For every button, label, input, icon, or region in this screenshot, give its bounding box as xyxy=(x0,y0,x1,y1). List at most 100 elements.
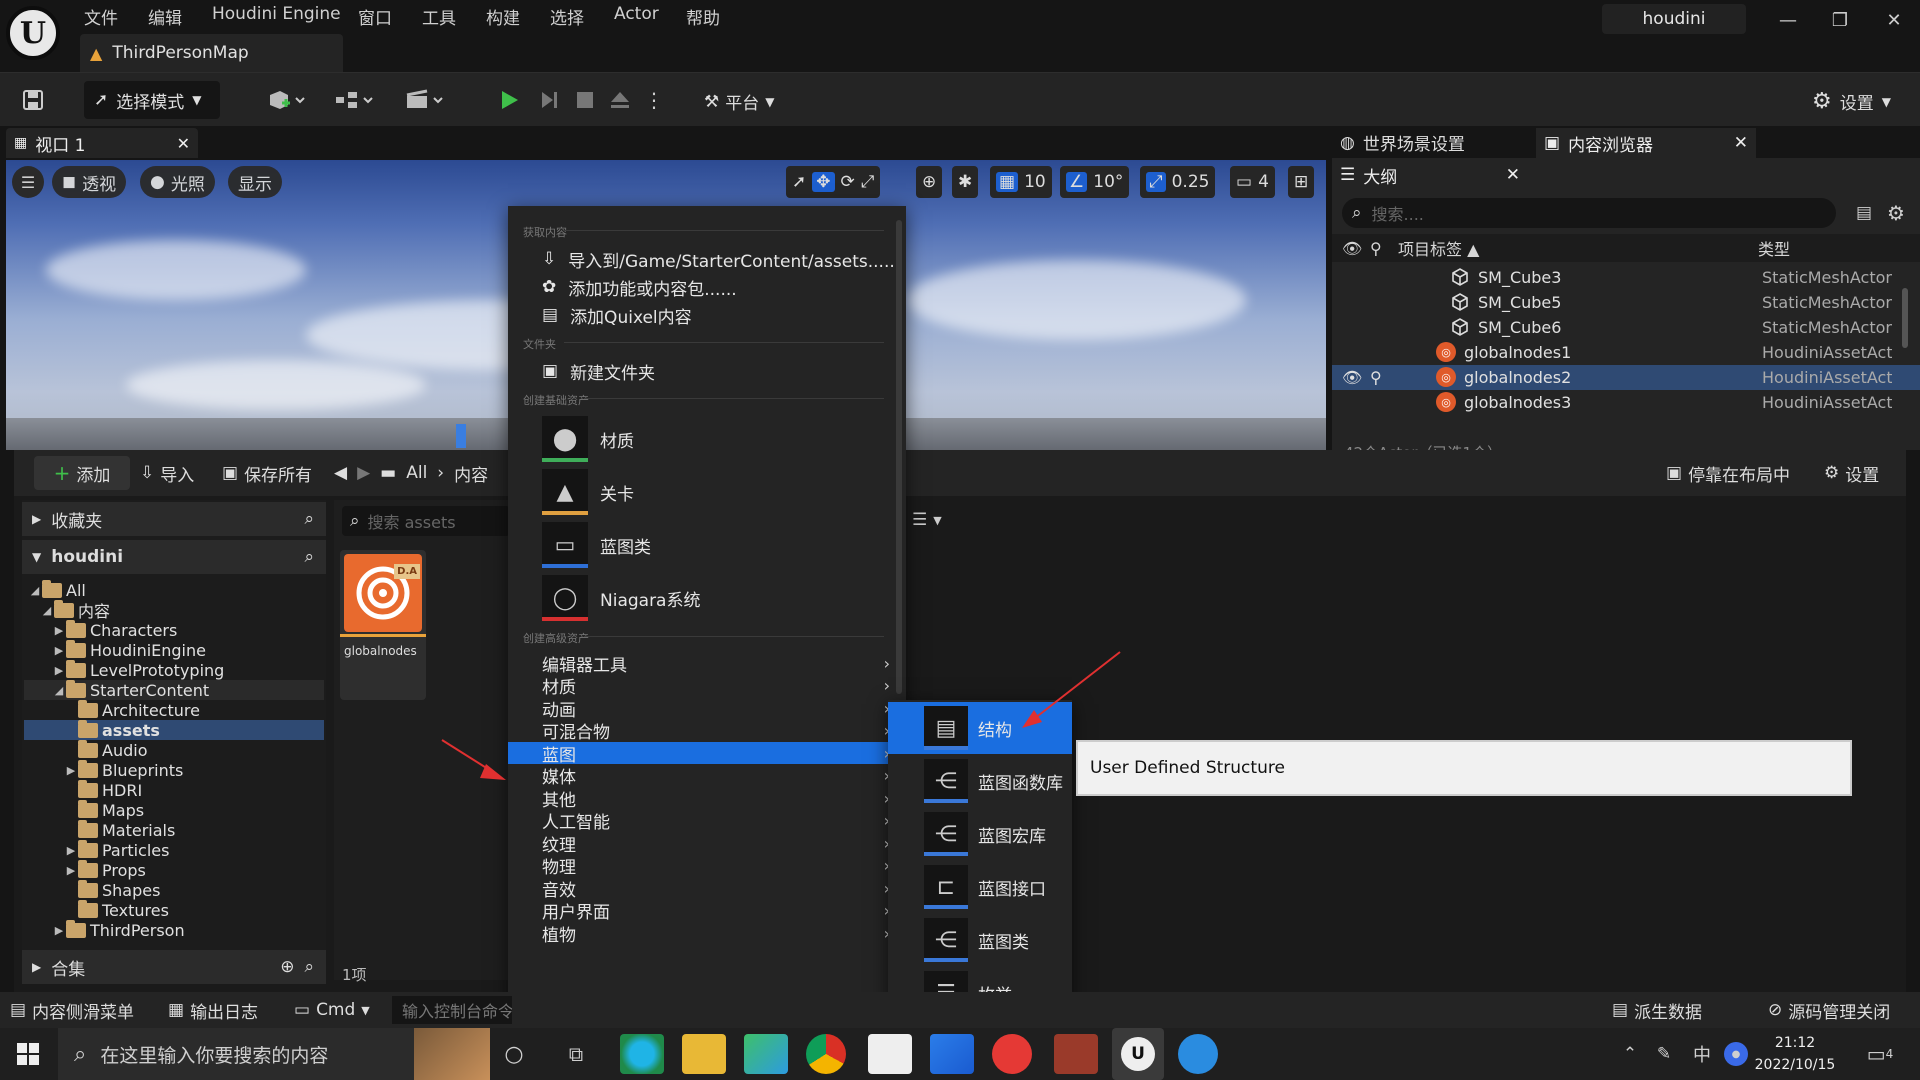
grid-snap[interactable]: ▦ 10 xyxy=(990,166,1052,198)
import-to-item[interactable]: ⇩ 导入到/Game/StarterContent/assets...... xyxy=(508,246,900,272)
menu-tools[interactable]: 工具 xyxy=(422,4,456,29)
advanced-asset-item[interactable]: 编辑器工具 › xyxy=(508,652,906,676)
minimize-button[interactable]: — xyxy=(1770,6,1806,34)
mode-dropdown[interactable]: ➚ 选择模式 ▼ xyxy=(84,81,220,119)
cmd-dropdown[interactable]: ▭ Cmd ▼ xyxy=(294,992,370,1028)
search-icon[interactable]: ⌕ xyxy=(304,547,314,567)
settings-dropdown[interactable]: ⚙ 设置 ▼ xyxy=(1812,89,1891,114)
new-folder-item[interactable]: ▣ 新建文件夹 xyxy=(508,358,888,384)
taskbar-search[interactable]: ⌕ 在这里输入你要搜索的内容 xyxy=(58,1028,414,1080)
netease-music-icon[interactable] xyxy=(992,1034,1032,1074)
tree-folder-blueprints[interactable]: ▶ Blueprints xyxy=(24,759,324,780)
back-icon[interactable]: ◀ xyxy=(334,463,347,483)
task-view-icon[interactable]: ⧉ xyxy=(562,1040,590,1068)
select-tool-icon[interactable]: ➚ xyxy=(792,172,806,192)
menu-help[interactable]: 帮助 xyxy=(686,4,720,29)
tree-folder-内容[interactable]: ◢ 内容 xyxy=(24,599,324,621)
level-tab[interactable]: ▲ ThirdPersonMap xyxy=(80,34,343,72)
tree-folder-shapes[interactable]: Shapes xyxy=(24,879,324,900)
layout-icon[interactable]: ⊞ xyxy=(1288,166,1315,198)
console-input[interactable]: 输入控制台命令 xyxy=(392,996,512,1024)
eject-icon[interactable] xyxy=(604,85,636,115)
outliner-col-type[interactable]: 类型 xyxy=(1758,236,1790,260)
advanced-asset-item[interactable]: 其他 › xyxy=(508,787,906,811)
filter-dropdown[interactable]: ☰ ▼ xyxy=(912,510,942,530)
advanced-asset-item[interactable]: 可混合物 › xyxy=(508,720,906,743)
close-icon[interactable]: ✕ xyxy=(1506,165,1520,185)
menu-build[interactable]: 构建 xyxy=(486,4,520,29)
cinematics-icon[interactable] xyxy=(400,85,448,115)
project-header[interactable]: ▼ houdini ⌕ xyxy=(22,540,326,574)
favorites-header[interactable]: ▶ 收藏夹 ⌕ xyxy=(22,502,326,536)
advanced-asset-item[interactable]: 人工智能 › xyxy=(508,810,906,833)
ime-icon[interactable]: ● xyxy=(1724,1042,1748,1066)
rotation-snap[interactable]: ∠ 10° xyxy=(1060,166,1130,198)
tree-folder-levelprototyping[interactable]: ▶ LevelPrototyping xyxy=(24,659,324,680)
camera-speed[interactable]: ▭ 4 xyxy=(1230,166,1275,198)
chevron-right-icon[interactable]: ▶ xyxy=(52,664,66,677)
save-all-button[interactable]: ▣ 保存所有 xyxy=(222,456,312,490)
scale-tool-icon[interactable]: ⤢ xyxy=(861,172,875,192)
submenu-item[interactable]: ⋲ 蓝图宏库 xyxy=(888,808,1072,860)
menu-houdini-engine[interactable]: Houdini Engine xyxy=(212,4,341,28)
basic-asset-item[interactable]: ▭ 蓝图类 xyxy=(508,520,888,570)
dock-in-layout-button[interactable]: ▣ 停靠在布局中 xyxy=(1666,456,1790,490)
play-icon[interactable] xyxy=(494,85,524,115)
close-button[interactable]: ✕ xyxy=(1876,6,1912,34)
tree-folder-materials[interactable]: Materials xyxy=(24,819,324,840)
submenu-item[interactable]: ⊏ 蓝图接口 xyxy=(888,861,1072,913)
chevron-right-icon[interactable]: ▶ xyxy=(52,624,66,637)
advanced-asset-item[interactable]: 蓝图 › xyxy=(508,742,906,766)
menu-actor[interactable]: Actor xyxy=(614,4,659,28)
chevron-right-icon[interactable]: ▶ xyxy=(64,764,78,777)
world-settings-tab[interactable]: ◍ 世界场景设置 xyxy=(1340,130,1465,156)
tree-folder-characters[interactable]: ▶ Characters xyxy=(24,619,324,640)
basic-asset-item[interactable]: ▲ 关卡 xyxy=(508,467,888,517)
cb-settings-button[interactable]: ⚙ 设置 xyxy=(1824,456,1879,490)
notes-icon[interactable] xyxy=(868,1034,912,1074)
advanced-asset-item[interactable]: 音效 › xyxy=(508,877,906,901)
content-drawer-button[interactable]: ▤ 内容侧滑菜单 xyxy=(10,992,134,1028)
viewport-tab[interactable]: ▦ 视口 1 ✕ xyxy=(6,128,198,158)
tree-folder-hdri[interactable]: HDRI xyxy=(24,779,324,800)
file-explorer-icon[interactable] xyxy=(682,1034,726,1074)
surface-snap-toggle[interactable]: ✱ xyxy=(952,166,979,198)
outliner-row[interactable]: SM_Cube5 StaticMeshActor xyxy=(1332,290,1920,315)
menu-edit[interactable]: 编辑 xyxy=(148,4,182,29)
outliner-row[interactable]: SM_Cube3 StaticMeshActor xyxy=(1332,265,1920,290)
viewport-menu-icon[interactable]: ☰ xyxy=(12,166,44,198)
tree-folder-particles[interactable]: ▶ Particles xyxy=(24,839,324,860)
chevron-right-icon[interactable]: ▶ xyxy=(52,644,66,657)
cortana-icon[interactable]: ○ xyxy=(500,1040,528,1068)
add-quixel-item[interactable]: ▤ 添加Quixel内容 xyxy=(508,302,888,328)
hp-icon[interactable] xyxy=(1178,1034,1218,1074)
advanced-asset-item[interactable]: 动画 › xyxy=(508,697,906,721)
tree-folder-thirdperson[interactable]: ▶ ThirdPerson xyxy=(24,919,324,940)
tree-folder-assets[interactable]: assets xyxy=(24,719,324,740)
outliner-row[interactable]: ◎ globalnodes1 HoudiniAssetActo xyxy=(1332,340,1920,365)
gear-icon[interactable]: ⚙ xyxy=(1884,200,1908,226)
chevron-right-icon[interactable]: ▶ xyxy=(52,924,66,937)
world-local-toggle[interactable]: ⊕ xyxy=(916,166,943,198)
chevron-right-icon[interactable]: ▶ xyxy=(64,864,78,877)
blueprint-icon[interactable] xyxy=(330,85,378,115)
outliner-tab[interactable]: ☰ 大纲 ✕ xyxy=(1340,162,1520,188)
chevron-up-icon[interactable]: ⌃ xyxy=(1618,1042,1642,1066)
close-icon[interactable]: ✕ xyxy=(1734,133,1748,153)
add-button[interactable]: + 添加 xyxy=(34,456,130,490)
menu-window[interactable]: 窗口 xyxy=(358,4,392,29)
menu-file[interactable]: 文件 xyxy=(84,4,118,29)
lighting-button[interactable]: ● 光照 xyxy=(140,166,215,198)
add-actor-icon[interactable] xyxy=(262,85,310,115)
derived-data-button[interactable]: ▤ 派生数据 xyxy=(1612,992,1702,1028)
eye-icon[interactable]: 👁 xyxy=(1342,368,1362,387)
tree-folder-textures[interactable]: Textures xyxy=(24,899,324,920)
pen-icon[interactable]: ✎ xyxy=(1652,1042,1676,1066)
search-icon[interactable]: ⌕ xyxy=(304,957,314,977)
close-icon[interactable]: ✕ xyxy=(177,134,190,153)
source-control-button[interactable]: ⊘ 源码管理关闭 xyxy=(1768,992,1890,1028)
scale-snap[interactable]: ⤢ 0.25 xyxy=(1140,166,1216,198)
advanced-asset-item[interactable]: 媒体 › xyxy=(508,765,906,788)
tree-folder-maps[interactable]: Maps xyxy=(24,799,324,820)
chevron-right-icon[interactable]: ▶ xyxy=(64,844,78,857)
